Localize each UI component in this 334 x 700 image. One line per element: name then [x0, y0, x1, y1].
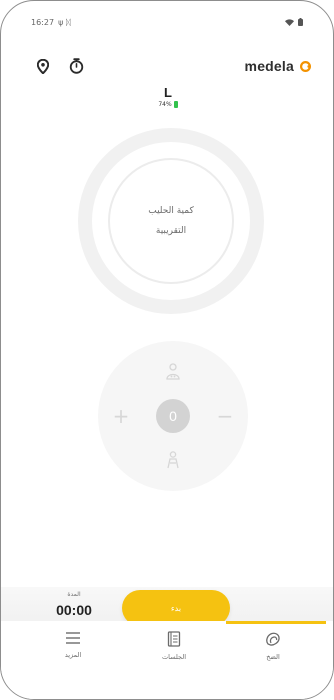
- milk-volume-display: كمية الحليب التقريبية: [108, 158, 234, 284]
- tab-more-label: المزيد: [64, 651, 82, 659]
- decrease-button[interactable]: −: [212, 403, 238, 429]
- tab-more[interactable]: المزيد: [33, 631, 113, 659]
- side-label: L: [164, 85, 172, 100]
- plus-icon: +: [112, 404, 130, 428]
- tab-pump[interactable]: الضخ: [233, 631, 313, 661]
- volume-label-line2: التقريبية: [155, 226, 187, 236]
- minus-icon: −: [216, 404, 234, 428]
- header-icons: [37, 58, 84, 74]
- session-timer: المدة 00:00: [39, 591, 109, 618]
- status-left: 16:27 ψ ᛞ: [31, 18, 71, 27]
- battery-row: 74%: [1, 101, 333, 108]
- tab-sessions[interactable]: الجلسات: [134, 631, 214, 661]
- battery-level-icon: [173, 101, 178, 108]
- battery-percentage: 74%: [158, 101, 172, 108]
- pump-side-indicator: L 74%: [1, 85, 333, 108]
- location-pin-icon[interactable]: [37, 58, 49, 74]
- wifi-icon: [285, 18, 294, 26]
- status-right: [285, 18, 303, 26]
- app-header: medela: [37, 53, 311, 79]
- stimulation-mode-icon: [166, 363, 180, 380]
- bottom-navigation: المزيد الجلسات الضخ: [1, 621, 333, 699]
- stopwatch-icon[interactable]: [69, 58, 84, 74]
- level-indicator[interactable]: 0: [156, 399, 190, 433]
- increase-button[interactable]: +: [108, 403, 134, 429]
- journal-icon: [167, 631, 181, 647]
- menu-icon: [66, 632, 80, 644]
- mode-stimulation-button[interactable]: [160, 359, 186, 385]
- timer-label: المدة: [67, 591, 81, 598]
- tab-sessions-label: الجلسات: [161, 653, 187, 661]
- control-pad: + 0 −: [98, 341, 248, 491]
- brand-name: medela: [244, 58, 294, 74]
- status-bar: 16:27 ψ ᛞ: [31, 15, 303, 29]
- expression-mode-icon: [167, 451, 179, 469]
- active-tab-indicator: [226, 621, 326, 624]
- medela-logo-mark-icon: [300, 60, 311, 72]
- medela-logo: medela: [245, 58, 311, 74]
- pump-icon: [266, 632, 280, 646]
- timer-value: 00:00: [56, 602, 92, 618]
- phone-frame: 16:27 ψ ᛞ medela L 74% كمية الحليب التقر…: [0, 0, 334, 700]
- level-value: 0: [169, 408, 177, 424]
- battery-status-icon: [298, 18, 303, 26]
- tab-pump-label: الضخ: [266, 653, 280, 661]
- status-notification-icons: ψ ᛞ: [58, 17, 71, 27]
- mode-expression-button[interactable]: [160, 447, 186, 473]
- status-time: 16:27: [31, 17, 55, 27]
- volume-label-line1: كمية الحليب: [148, 206, 194, 216]
